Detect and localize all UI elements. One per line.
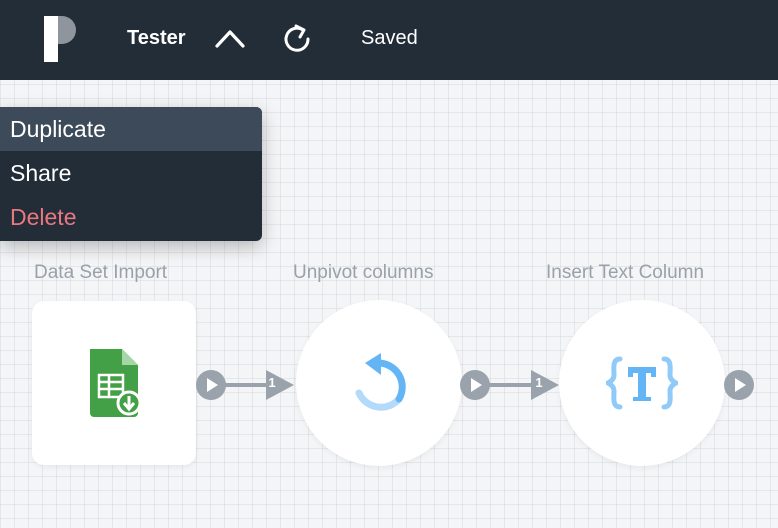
output-port-icon[interactable] xyxy=(724,370,754,400)
node-data-set-import[interactable] xyxy=(32,301,196,465)
save-status: Saved xyxy=(361,27,418,49)
node-label-insert-text-column: Insert Text Column xyxy=(546,262,705,283)
project-title[interactable]: Tester xyxy=(127,27,186,50)
menu-item-duplicate[interactable]: Duplicate xyxy=(0,107,262,151)
edge-count: 1 xyxy=(268,375,276,390)
context-menu: Duplicate Share Delete xyxy=(0,107,262,241)
node-label-data-set-import: Data Set Import xyxy=(34,262,168,283)
node-unpivot-columns[interactable] xyxy=(296,300,462,466)
node-insert-text-column[interactable] xyxy=(559,300,725,466)
refresh-icon[interactable] xyxy=(282,22,314,56)
connector-2: 1 xyxy=(460,370,560,400)
top-bar: Tester Saved xyxy=(0,0,778,80)
output-port-icon[interactable] xyxy=(196,370,226,400)
connector-3 xyxy=(724,370,754,400)
menu-item-delete[interactable]: Delete xyxy=(0,195,262,239)
connector-1: 1 xyxy=(196,370,296,400)
chevron-up-icon[interactable] xyxy=(213,24,247,54)
spreadsheet-import-icon xyxy=(90,349,142,417)
app-logo-icon[interactable] xyxy=(40,16,76,62)
output-port-icon[interactable] xyxy=(460,370,490,400)
undo-rotate-icon xyxy=(355,353,406,411)
text-template-icon xyxy=(606,356,678,410)
edge-count: 1 xyxy=(535,375,543,390)
node-label-unpivot-columns: Unpivot columns xyxy=(293,262,434,283)
menu-item-share[interactable]: Share xyxy=(0,151,262,195)
